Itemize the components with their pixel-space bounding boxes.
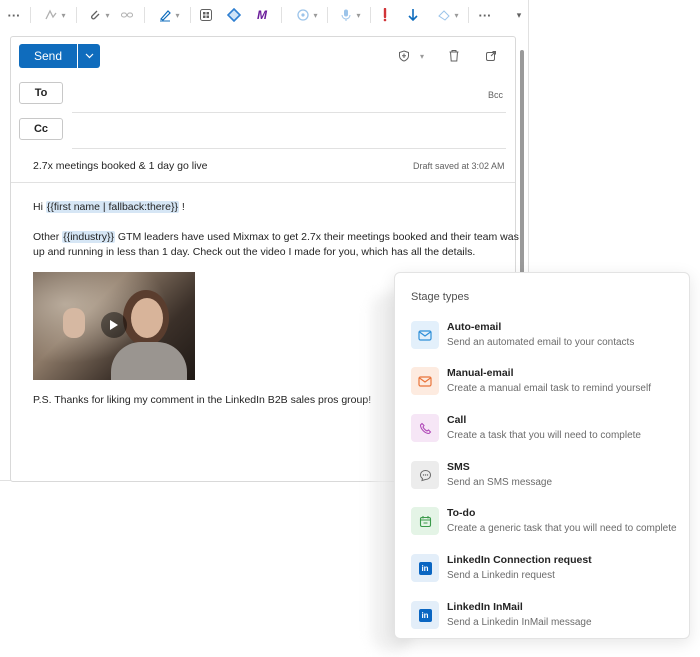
toolbar-divider xyxy=(76,7,77,23)
format-painter-icon xyxy=(45,9,58,20)
divider xyxy=(72,148,506,149)
body-line: Other {{industry}} GTM leaders have used… xyxy=(33,231,519,243)
shield-icon xyxy=(399,50,409,62)
chevron-down-icon xyxy=(85,53,93,59)
toolbar-divider xyxy=(190,7,191,23)
mixmax-button[interactable]: M xyxy=(253,6,271,24)
toolbar-divider xyxy=(468,7,469,23)
stage-type-desc: Send an SMS message xyxy=(447,477,553,488)
send-button[interactable]: Send xyxy=(19,44,77,68)
to-label: To xyxy=(34,87,48,99)
ellipsis-icon: ··· xyxy=(478,7,492,23)
link-button[interactable] xyxy=(118,6,136,24)
divider xyxy=(72,112,506,113)
merge-field-industry[interactable]: {{industry}} xyxy=(62,231,115,243)
attach-icon xyxy=(91,10,100,20)
divider xyxy=(11,182,515,183)
mixmax-icon: M xyxy=(257,8,267,22)
ribbon-toolbar: ··· ▾ ▾ ▾ M ▾ ▾ ▾ ··· ▾ xyxy=(0,0,529,30)
ps-line: P.S. Thanks for liking my comment in the… xyxy=(33,394,372,406)
to-field[interactable] xyxy=(72,84,482,102)
play-button[interactable] xyxy=(101,312,127,338)
video-thumbnail[interactable] xyxy=(33,272,195,380)
toolbar-divider xyxy=(30,7,31,23)
download-icon xyxy=(408,9,418,22)
stage-type-desc: Create a task that you will need to comp… xyxy=(447,430,641,441)
format-painter-button[interactable]: ▾ xyxy=(40,6,70,24)
greeting-line: Hi {{first name | fallback:there}} ! xyxy=(33,201,185,213)
draft-status: Draft saved at 3:02 AM xyxy=(413,161,505,171)
chevron-down-icon: ▾ xyxy=(516,9,522,20)
sensitivity-button[interactable]: ▾ xyxy=(433,6,463,24)
bcc-link[interactable]: Bcc xyxy=(488,90,503,100)
person-hand xyxy=(63,308,85,338)
stage-type-name: LinkedIn InMail xyxy=(447,601,523,613)
phone-icon xyxy=(411,414,439,442)
importance-icon xyxy=(383,8,387,22)
stage-type-name: Auto-email xyxy=(447,321,502,333)
send-label: Send xyxy=(33,49,63,63)
stage-type-name: SMS xyxy=(447,461,470,473)
link-icon xyxy=(121,12,133,18)
scrollbar-thumb[interactable] xyxy=(520,50,524,280)
linkedin-icon: in xyxy=(411,554,439,582)
stage-type-desc: Create a generic task that you will need… xyxy=(447,523,677,534)
panel-title: Stage types xyxy=(411,291,470,303)
toolbar-divider xyxy=(281,7,282,23)
send-options-dropdown[interactable] xyxy=(78,44,100,68)
cc-field[interactable] xyxy=(72,120,502,138)
stage-type-desc: Send an automated email to your contacts xyxy=(447,337,635,348)
more-options-left-button[interactable]: ··· xyxy=(6,6,22,24)
copilot-icon xyxy=(297,9,310,21)
mail-icon xyxy=(411,367,439,395)
stage-type-name: LinkedIn Connection request xyxy=(447,554,592,566)
cc-button[interactable]: Cc xyxy=(19,118,63,140)
sensitivity-label-button[interactable]: ▾ xyxy=(398,50,424,62)
copilot-button[interactable]: ▾ xyxy=(292,6,322,24)
pop-out-button[interactable] xyxy=(485,49,497,67)
attach-button[interactable]: ▾ xyxy=(84,6,114,24)
cc-label: Cc xyxy=(33,123,49,135)
calendar-icon xyxy=(411,507,439,535)
toolbar-divider xyxy=(327,7,328,23)
merge-field-first-name[interactable]: {{first name | fallback:there}} xyxy=(45,201,179,213)
person-sweater xyxy=(111,342,187,380)
ribbon-collapse-button[interactable]: ▾ xyxy=(512,6,526,24)
apps-icon xyxy=(200,9,212,21)
stage-type-desc: Send a Linkedin InMail message xyxy=(447,617,592,628)
more-options-right-button[interactable]: ··· xyxy=(476,6,494,24)
to-button[interactable]: To xyxy=(19,82,63,104)
person-face xyxy=(131,298,163,338)
stage-type-name: Manual-email xyxy=(447,367,514,379)
pop-out-icon xyxy=(486,51,496,61)
toolbar-divider xyxy=(144,7,145,23)
sensitivity-icon xyxy=(438,10,451,21)
mail-icon xyxy=(411,321,439,349)
trash-icon xyxy=(449,50,459,62)
low-importance-button[interactable] xyxy=(405,6,421,24)
sms-icon xyxy=(411,461,439,489)
body-line: up and running in less than 1 day. Check… xyxy=(33,246,476,258)
ellipsis-icon: ··· xyxy=(7,7,21,23)
stage-type-name: To-do xyxy=(447,507,476,519)
signature-icon xyxy=(160,10,172,22)
apps-button[interactable] xyxy=(197,6,215,24)
linkedin-icon: in xyxy=(411,601,439,629)
dictate-button[interactable]: ▾ xyxy=(335,6,365,24)
toolbar-divider xyxy=(370,7,371,23)
signature-button[interactable]: ▾ xyxy=(154,6,184,24)
discard-button[interactable] xyxy=(448,49,460,67)
play-icon xyxy=(110,320,118,330)
dictate-icon xyxy=(341,9,351,21)
stage-type-desc: Send a Linkedin request xyxy=(447,570,555,581)
importance-button[interactable] xyxy=(377,6,393,24)
loop-icon xyxy=(227,8,241,22)
subject-field[interactable]: 2.7x meetings booked & 1 day go live xyxy=(33,160,208,172)
loop-button[interactable] xyxy=(225,6,243,24)
stage-type-desc: Create a manual email task to remind you… xyxy=(447,383,651,394)
stage-type-name: Call xyxy=(447,414,467,426)
